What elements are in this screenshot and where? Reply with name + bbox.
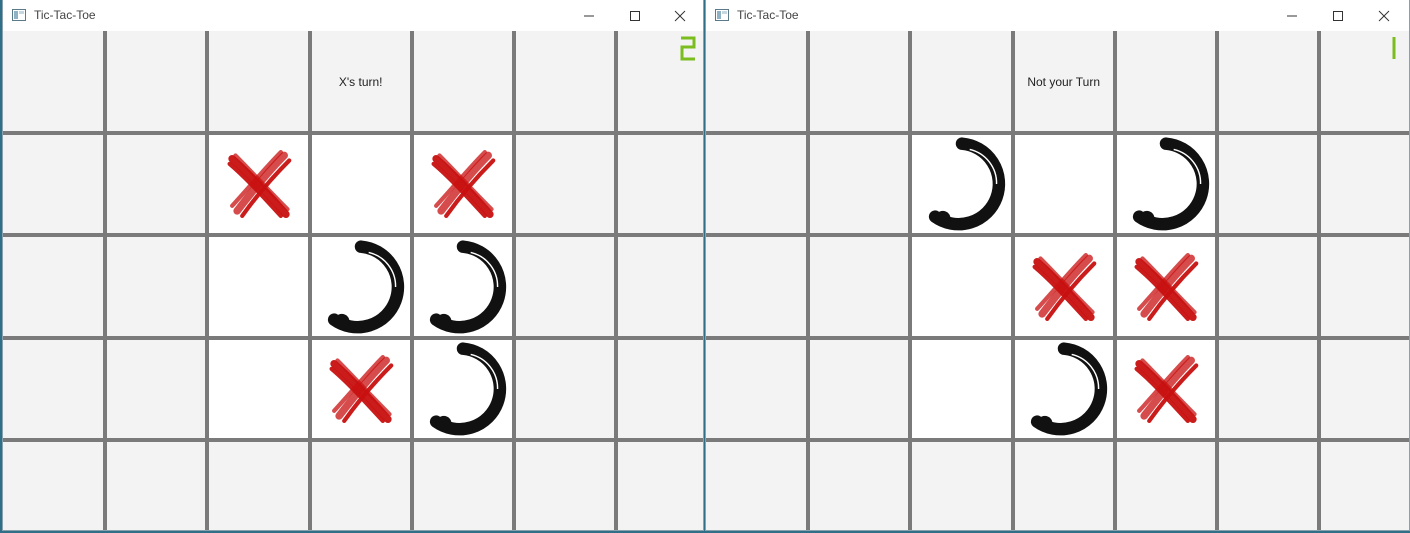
o-mark-icon [415, 341, 511, 442]
grid-line-horizontal [706, 131, 1409, 136]
grid-line-vertical [205, 31, 210, 530]
grid-line-vertical [1112, 31, 1117, 530]
grid-line-vertical [307, 31, 312, 530]
board-cell[interactable] [311, 135, 410, 234]
window-title: Tic-Tac-Toe [737, 8, 799, 22]
o-mark-icon [914, 136, 1010, 237]
grid-line-horizontal [3, 437, 703, 442]
board-cell[interactable] [1014, 135, 1113, 234]
x-mark-icon [319, 347, 403, 436]
maximize-button[interactable] [1315, 0, 1361, 31]
close-icon [1378, 10, 1390, 21]
game-board[interactable]: Not your Turn [706, 31, 1409, 530]
x-mark-icon [1022, 245, 1106, 334]
minimize-button[interactable] [1269, 0, 1315, 31]
window-title: Tic-Tac-Toe [34, 8, 96, 22]
x-mark-icon [1124, 245, 1208, 334]
board-cell[interactable] [209, 237, 308, 336]
grid-line-vertical [409, 31, 414, 530]
close-button[interactable] [1361, 0, 1407, 31]
grid-line-vertical [806, 31, 811, 530]
turn-status-label: Not your Turn [1027, 75, 1101, 89]
minimize-icon [1287, 15, 1297, 16]
title-bar[interactable]: Tic-Tac-Toe [3, 0, 703, 32]
app-icon [715, 9, 729, 21]
grid-line-horizontal [3, 335, 703, 340]
title-bar[interactable]: Tic-Tac-Toe [706, 0, 1409, 32]
game-window-left: Tic-Tac-Toe X's turn! [3, 0, 703, 530]
minimize-icon [584, 15, 594, 16]
x-mark-icon [1124, 347, 1208, 436]
grid-line-horizontal [3, 233, 703, 238]
game-window-right: Tic-Tac-Toe Not your Turn [706, 0, 1409, 530]
minimize-button[interactable] [566, 0, 612, 31]
grid-line-vertical [512, 31, 516, 530]
turn-status-label: X's turn! [338, 75, 383, 89]
grid-line-vertical [614, 31, 619, 530]
game-board[interactable]: X's turn! [3, 31, 703, 530]
grid-line-horizontal [3, 131, 703, 136]
maximize-icon [1333, 10, 1343, 21]
grid-line-horizontal [706, 233, 1409, 238]
board-cell[interactable] [912, 237, 1011, 336]
x-mark-icon [421, 142, 505, 231]
grid-line-vertical [908, 31, 913, 530]
o-mark-icon [1016, 341, 1112, 442]
o-mark-icon [1118, 136, 1214, 237]
grid-line-vertical [103, 31, 108, 530]
x-mark-icon [217, 142, 301, 231]
grid-line-vertical [1317, 31, 1322, 530]
maximize-icon [630, 10, 640, 21]
player-number-indicator [680, 36, 696, 61]
maximize-button[interactable] [612, 0, 658, 31]
board-cell[interactable] [912, 339, 1011, 438]
close-icon [674, 10, 686, 21]
grid-line-horizontal [706, 335, 1409, 340]
o-mark-icon [415, 239, 511, 340]
o-mark-icon [313, 239, 409, 340]
close-button[interactable] [657, 0, 703, 31]
grid-line-horizontal [706, 437, 1409, 442]
board-cell[interactable] [209, 339, 308, 438]
player-number-indicator [1392, 37, 1396, 59]
grid-line-vertical [1010, 31, 1015, 530]
app-icon [12, 9, 26, 21]
grid-line-vertical [1215, 31, 1219, 530]
